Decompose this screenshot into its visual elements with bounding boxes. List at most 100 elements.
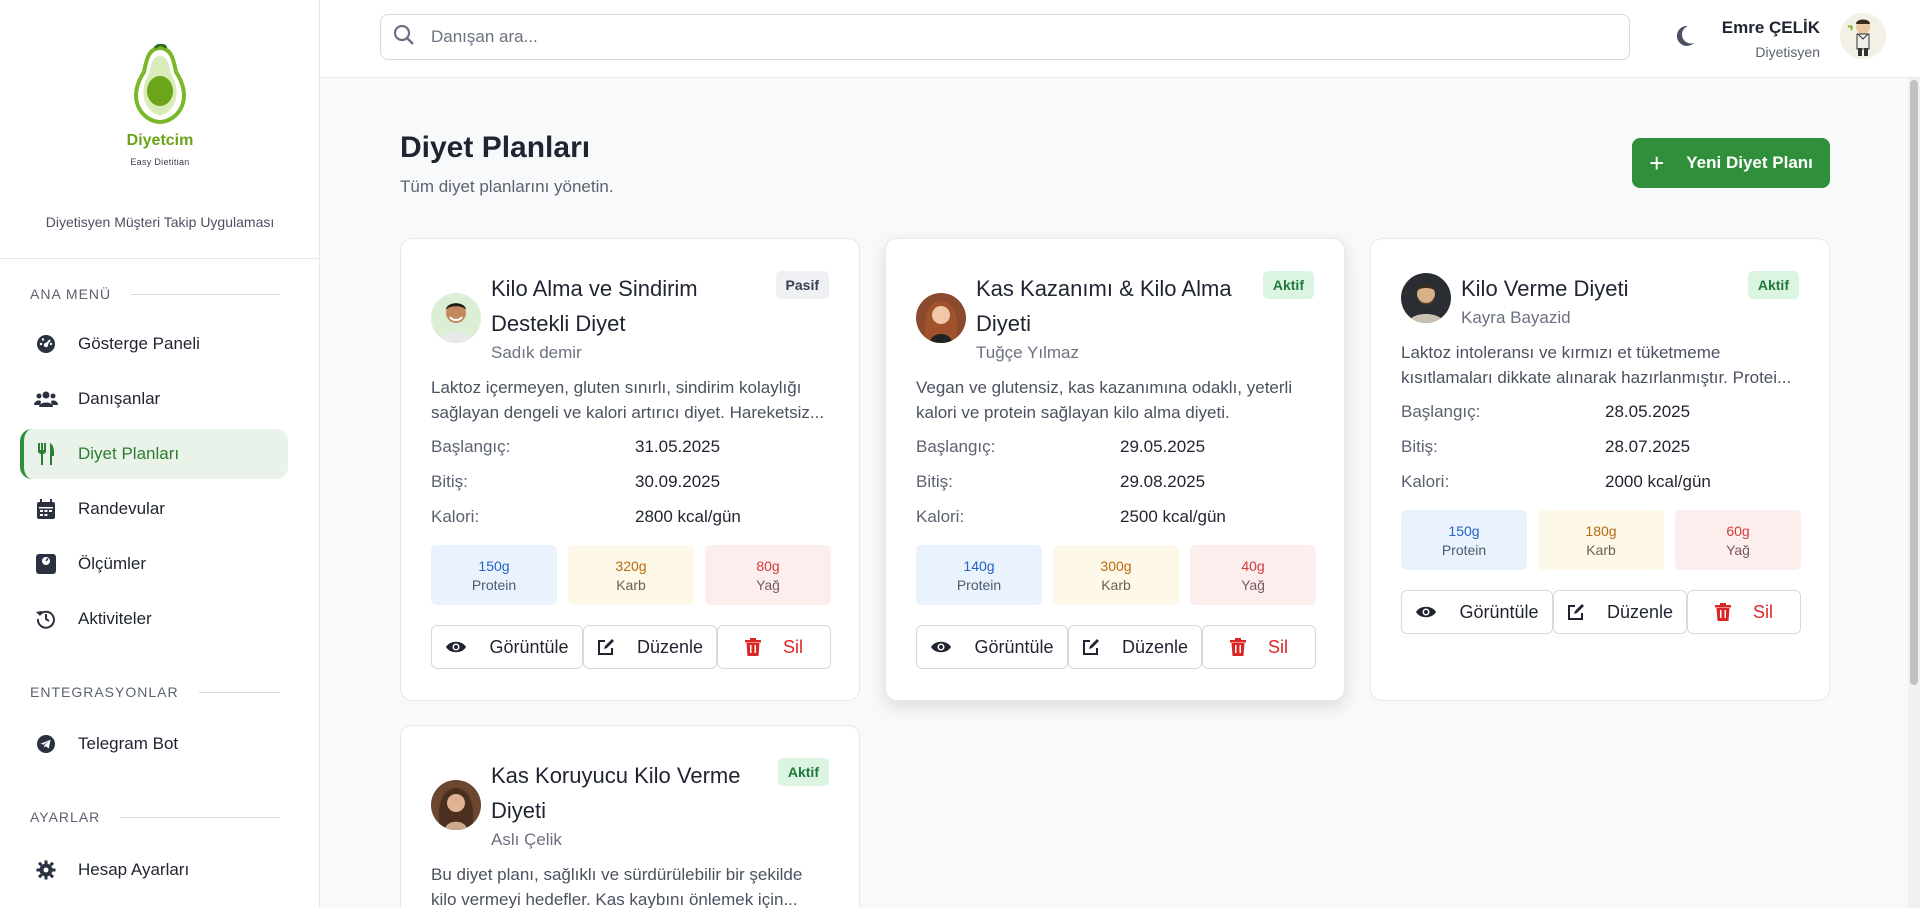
sidebar-item-diet-plans[interactable]: Diyet Planları	[20, 429, 288, 479]
macro-carb: 180g Karb	[1538, 510, 1664, 570]
sidebar-item-telegram-bot[interactable]: Telegram Bot	[20, 719, 288, 769]
diet-plan-card[interactable]: Kas Koruyucu Kilo Verme Diyeti Aslı Çeli…	[400, 725, 860, 908]
page-scrollbar[interactable]	[1908, 78, 1920, 908]
status-badge: Aktif	[777, 758, 829, 786]
section-title-integrations: ENTEGRASYONLAR	[30, 684, 280, 700]
scrollbar-thumb[interactable]	[1910, 80, 1918, 685]
edit-icon	[1567, 603, 1585, 621]
view-button[interactable]: Görüntüle	[916, 625, 1068, 669]
plan-description: Vegan ve glutensiz, kas kazanımına odakl…	[916, 378, 1293, 422]
user-info[interactable]: Emre ÇELİK Diyetisyen	[1722, 18, 1820, 60]
macro-value: 180g	[1585, 522, 1617, 539]
brand-name: Diyetcim	[126, 132, 194, 149]
card-actions: Görüntüle Düzenle Sil	[916, 625, 1316, 669]
edit-icon	[1082, 638, 1100, 656]
search-box[interactable]	[380, 14, 1630, 60]
view-label: Görüntüle	[489, 636, 569, 657]
start-label: Başlangıç:	[1401, 402, 1481, 421]
sidebar-item-dashboard[interactable]: Gösterge Paneli	[20, 319, 288, 369]
macro-label: Karb	[1586, 541, 1616, 558]
new-diet-plan-button[interactable]: + Yeni Diyet Planı	[1632, 138, 1830, 188]
status-badge: Aktif	[1747, 271, 1799, 299]
eye-icon	[1415, 605, 1437, 619]
diet-plan-card[interactable]: Kilo Verme Diyeti Kayra Bayazid Aktif La…	[1370, 238, 1830, 701]
macro-label: Karb	[1101, 576, 1131, 593]
gear-icon	[34, 858, 58, 882]
end-value: 29.08.2025	[1120, 472, 1206, 491]
macro-label: Yağ	[1241, 576, 1265, 593]
users-icon	[34, 387, 58, 411]
plan-description: Laktoz içermeyen, gluten sınırlı, sindir…	[431, 378, 825, 422]
sidebar-item-account-settings[interactable]: Hesap Ayarları	[20, 845, 288, 895]
calories-label: Kalori:	[916, 507, 965, 526]
end-value: 30.09.2025	[635, 472, 721, 491]
plan-client-name: Tuğçe Yılmaz	[976, 343, 1079, 362]
delete-button[interactable]: Sil	[717, 625, 831, 669]
plan-description: Bu diyet planı, sağlıklı ve sürdürülebil…	[431, 865, 803, 908]
macro-fat: 40g Yağ	[1190, 545, 1316, 605]
client-avatar	[431, 293, 481, 343]
trash-icon	[1714, 603, 1731, 621]
end-value: 28.07.2025	[1605, 437, 1691, 456]
sidebar-item-activities[interactable]: Aktiviteler	[20, 594, 288, 644]
calories-label: Kalori:	[1401, 472, 1450, 491]
sidebar-item-label: Ölçümler	[78, 554, 147, 573]
edit-label: Düzenle	[1121, 636, 1189, 657]
card-actions: Görüntüle Düzenle Sil	[1401, 590, 1801, 634]
search-input[interactable]	[431, 27, 1531, 47]
delete-label: Sil	[1752, 601, 1773, 622]
sidebar-item-measurements[interactable]: Ölçümler	[20, 539, 288, 589]
edit-button[interactable]: Düzenle	[1068, 625, 1202, 669]
macro-value: 150g	[1448, 522, 1480, 539]
section-title-label: ANA MENÜ	[30, 286, 112, 302]
macro-carb: 320g Karb	[568, 545, 694, 605]
sidebar-item-label: Randevular	[78, 499, 165, 518]
macro-fat: 60g Yağ	[1675, 510, 1801, 570]
user-name: Emre ÇELİK	[1721, 18, 1820, 37]
edit-button[interactable]: Düzenle	[583, 625, 717, 669]
view-button[interactable]: Görüntüle	[431, 625, 583, 669]
eye-icon	[445, 640, 467, 654]
theme-toggle-moon-icon[interactable]	[1674, 24, 1696, 53]
view-button[interactable]: Görüntüle	[1401, 590, 1553, 634]
plan-title: Kas Koruyucu Kilo Verme Diyeti	[491, 763, 741, 823]
calories-value: 2800 kcal/gün	[635, 507, 741, 526]
delete-button[interactable]: Sil	[1202, 625, 1316, 669]
telegram-icon	[34, 732, 58, 756]
edit-button[interactable]: Düzenle	[1553, 590, 1687, 634]
utensils-icon	[34, 442, 58, 466]
sidebar-item-label: Danışanlar	[78, 389, 161, 408]
section-title-main-menu: ANA MENÜ	[30, 286, 280, 302]
trash-icon	[744, 638, 761, 656]
delete-button[interactable]: Sil	[1687, 590, 1801, 634]
sidebar-divider	[0, 258, 320, 259]
macro-value: 40g	[1241, 557, 1265, 574]
user-avatar[interactable]	[1840, 13, 1886, 59]
sidebar-item-label: Gösterge Paneli	[78, 334, 200, 353]
card-actions: Görüntüle Düzenle Sil	[431, 625, 831, 669]
sidebar: Diyetcim Easy Dietitian Diyetisyen Müşte…	[0, 0, 320, 908]
view-label: Görüntüle	[1459, 601, 1539, 622]
start-value: 31.05.2025	[635, 437, 721, 456]
macro-label: Protein	[956, 576, 1002, 593]
brand-tagline: Easy Dietitian	[130, 157, 190, 167]
macro-fat: 80g Yağ	[705, 545, 831, 605]
plan-client-name: Kayra Bayazid	[1461, 308, 1571, 327]
sidebar-item-appointments[interactable]: Randevular	[20, 484, 288, 534]
diet-plan-card[interactable]: Kilo Alma ve Sindirim Destekli Diyet Sad…	[400, 238, 860, 701]
history-icon	[34, 607, 58, 631]
sidebar-item-label: Aktiviteler	[78, 609, 152, 628]
macros-row: 150g Protein 320g Karb 80g Yağ	[431, 545, 831, 605]
sidebar-item-clients[interactable]: Danışanlar	[20, 374, 288, 424]
brand-logo[interactable]: Diyetcim Easy Dietitian	[0, 44, 320, 167]
client-avatar	[1401, 273, 1451, 323]
macro-protein: 140g Protein	[916, 545, 1042, 605]
macro-value: 300g	[1100, 557, 1132, 574]
plan-title: Kas Kazanımı & Kilo Alma Diyeti	[976, 276, 1232, 336]
page-title: Diyet Planları	[400, 131, 591, 164]
diet-plan-card[interactable]: Kas Kazanımı & Kilo Alma Diyeti Tuğçe Yı…	[885, 238, 1345, 701]
calories-value: 2500 kcal/gün	[1120, 507, 1226, 526]
macro-label: Yağ	[1726, 541, 1750, 558]
macro-protein: 150g Protein	[1401, 510, 1527, 570]
plan-description: Laktoz intoleransı ve kırmızı et tüketme…	[1401, 343, 1792, 387]
